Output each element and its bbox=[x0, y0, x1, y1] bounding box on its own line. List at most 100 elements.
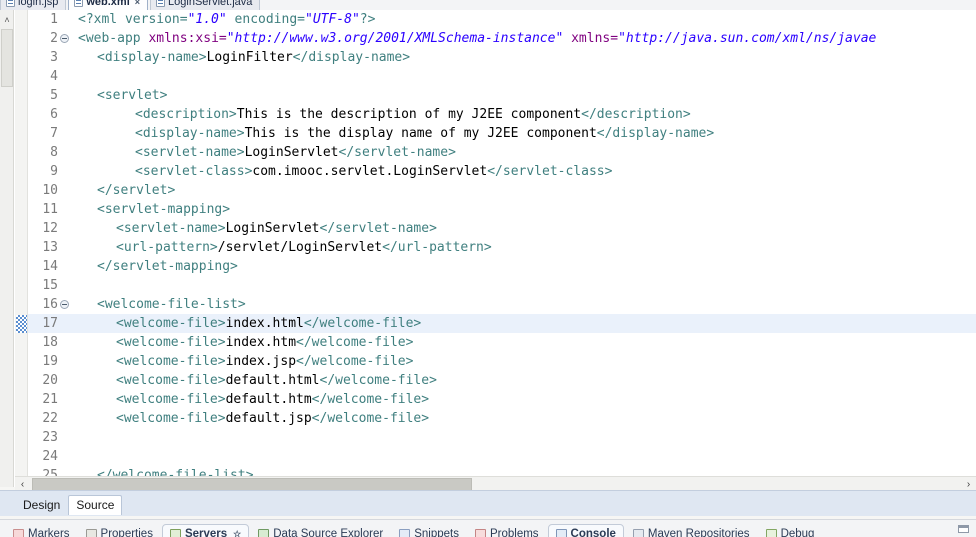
view-tab-servers[interactable]: Servers ☆ bbox=[161, 524, 250, 537]
line-number: 24 bbox=[42, 449, 58, 464]
quick-diff-marker-icon bbox=[16, 315, 27, 333]
line-number: 23 bbox=[42, 430, 58, 445]
code-token-tag: </welcome-file> bbox=[296, 335, 414, 350]
editor-tab-web-xml[interactable]: web.xml × bbox=[68, 0, 149, 10]
view-tab-data-source-explorer[interactable]: Data Source Explorer bbox=[251, 524, 390, 537]
code-token-tag: </url-pattern> bbox=[382, 240, 492, 255]
code-token-pi: encoding= bbox=[226, 12, 305, 27]
code-line[interactable]: 10 </servlet> bbox=[28, 181, 976, 200]
view-tab-console[interactable]: Console bbox=[547, 524, 624, 537]
outer-vertical-scrollbar[interactable]: ˄ bbox=[0, 10, 14, 487]
xml-editor[interactable]: ˄ 1 <?xml version="1.0" encoding="UTF-8"?… bbox=[0, 10, 976, 492]
line-number: 2 bbox=[50, 31, 58, 46]
data-source-explorer-icon bbox=[258, 528, 270, 537]
problems-icon bbox=[474, 528, 486, 537]
line-number: 1 bbox=[50, 12, 58, 27]
outer-scroll-thumb[interactable] bbox=[1, 29, 13, 87]
scroll-up-arrow-icon[interactable]: ˄ bbox=[0, 14, 14, 27]
code-line[interactable]: 18 <welcome-file>index.htm</welcome-file> bbox=[28, 333, 976, 352]
code-line-text: </servlet> bbox=[97, 181, 175, 200]
view-tab-debug[interactable]: Debug bbox=[759, 524, 822, 537]
code-line[interactable]: 14 </servlet-mapping> bbox=[28, 257, 976, 276]
editor-mode-tab-design[interactable]: Design bbox=[15, 495, 69, 515]
code-line[interactable]: 13 <url-pattern>/servlet/LoginServlet</ur… bbox=[28, 238, 976, 257]
code-token-attr: xmlns= bbox=[571, 31, 619, 46]
code-token-tag: <description> bbox=[135, 107, 237, 122]
collapse-fold-icon[interactable] bbox=[60, 34, 69, 43]
code-token-pi: ?> bbox=[359, 12, 376, 27]
code-token-tag: <servlet-class> bbox=[135, 164, 253, 179]
view-tab-problems[interactable]: Problems bbox=[468, 524, 546, 537]
editor-mode-tab-bar: Design Source bbox=[0, 490, 976, 516]
view-tab-snippets[interactable]: Snippets bbox=[392, 524, 466, 537]
minimize-view-icon[interactable] bbox=[958, 525, 969, 533]
code-line[interactable]: 19 <welcome-file>index.jsp</welcome-file> bbox=[28, 352, 976, 371]
code-line[interactable]: 3 <display-name>LoginFilter</display-name… bbox=[28, 48, 976, 67]
code-token-tag: <welcome-file> bbox=[116, 373, 226, 388]
code-line[interactable]: 20 <welcome-file>default.html</welcome-fi… bbox=[28, 371, 976, 390]
view-tab-markers[interactable]: Markers bbox=[6, 524, 77, 537]
snippets-icon bbox=[399, 528, 411, 537]
xml-file-icon bbox=[74, 0, 84, 7]
code-line[interactable]: 17 <welcome-file>index.html</welcome-file… bbox=[28, 314, 976, 333]
code-line[interactable]: 6 <description>This is the description of… bbox=[28, 105, 976, 124]
code-token-tag: <display-name> bbox=[135, 126, 245, 141]
code-token-txt: default.html bbox=[225, 373, 320, 388]
code-token-tag: <welcome-file> bbox=[116, 316, 226, 331]
line-number: 21 bbox=[42, 392, 58, 407]
code-line[interactable]: 5 <servlet> bbox=[28, 86, 976, 105]
view-tab-label: Console bbox=[570, 528, 616, 537]
code-line[interactable]: 12 <servlet-name>LoginServlet</servlet-na… bbox=[28, 219, 976, 238]
code-token-tag: <servlet-mapping> bbox=[97, 202, 231, 217]
code-line[interactable]: 24 bbox=[28, 447, 976, 466]
code-token-val: "http://www.w3.org/2001/XMLSchema-instan… bbox=[226, 31, 564, 46]
code-line[interactable]: 8 <servlet-name>LoginServlet</servlet-nam… bbox=[28, 143, 976, 162]
code-line[interactable]: 4 bbox=[28, 67, 976, 86]
code-line[interactable]: 21 <welcome-file>default.htm</welcome-fil… bbox=[28, 390, 976, 409]
code-token-tag: </display-name> bbox=[292, 50, 411, 65]
code-line[interactable]: 1 <?xml version="1.0" encoding="UTF-8"?> bbox=[28, 10, 976, 29]
editor-tab-loginservlet-java[interactable]: LoginServlet.java bbox=[150, 0, 261, 10]
annotation-ruler[interactable] bbox=[15, 10, 28, 476]
line-number: 13 bbox=[42, 240, 58, 255]
code-line[interactable]: 25 </welcome-file-list> bbox=[28, 466, 976, 476]
code-line[interactable]: 11 <servlet-mapping> bbox=[28, 200, 976, 219]
view-tab-properties[interactable]: Properties bbox=[79, 524, 160, 537]
code-token-tag: <servlet-name> bbox=[135, 145, 245, 160]
view-tab-maven-repositories[interactable]: Maven Repositories bbox=[626, 524, 757, 537]
code-area[interactable]: 1 <?xml version="1.0" encoding="UTF-8"?> 2… bbox=[28, 10, 976, 476]
code-line[interactable]: 16 <welcome-file-list> bbox=[28, 295, 976, 314]
code-token-tag: <welcome-file-list> bbox=[97, 297, 246, 312]
code-token-tag: <welcome-file> bbox=[116, 392, 226, 407]
view-tab-label: Markers bbox=[28, 528, 70, 537]
code-token-tag: </servlet-name> bbox=[319, 221, 437, 236]
line-number: 11 bbox=[42, 202, 58, 217]
pin-view-icon[interactable]: ☆ bbox=[233, 529, 241, 537]
line-number: 20 bbox=[42, 373, 58, 388]
editor-mode-tab-source[interactable]: Source bbox=[68, 495, 123, 515]
code-token-tag: </servlet-name> bbox=[338, 145, 456, 160]
line-number: 5 bbox=[50, 88, 58, 103]
code-line-text: <welcome-file>index.htm</welcome-file> bbox=[116, 333, 413, 352]
code-line[interactable]: 7 <display-name>This is the display name … bbox=[28, 124, 976, 143]
code-token-tag: </description> bbox=[581, 107, 691, 122]
console-icon bbox=[555, 528, 567, 537]
code-line[interactable]: 23 bbox=[28, 428, 976, 447]
editor-tab-login-jsp[interactable]: login.jsp bbox=[0, 0, 67, 10]
code-token-tag: </servlet> bbox=[97, 183, 176, 198]
code-token-txt: LoginServlet bbox=[225, 221, 320, 236]
code-token-txt: default.htm bbox=[225, 392, 312, 407]
code-line[interactable]: 15 bbox=[28, 276, 976, 295]
code-line-text: <welcome-file>index.html</welcome-file> bbox=[116, 314, 421, 333]
code-line[interactable]: 22 <welcome-file>default.jsp</welcome-fil… bbox=[28, 409, 976, 428]
line-number: 12 bbox=[42, 221, 58, 236]
line-number: 9 bbox=[50, 164, 58, 179]
view-tab-label: Maven Repositories bbox=[647, 528, 750, 537]
code-line[interactable]: 2 <web-app xmlns:xsi="http://www.w3.org/2… bbox=[28, 29, 976, 48]
code-token-pi: <?xml version= bbox=[78, 12, 188, 27]
code-line[interactable]: 9 <servlet-class>com.imooc.servlet.LoginS… bbox=[28, 162, 976, 181]
close-icon[interactable]: × bbox=[135, 0, 140, 7]
bottom-view-tab-strip: Markers Properties Servers ☆ Data Source Exp… bbox=[6, 523, 823, 537]
collapse-fold-icon[interactable] bbox=[60, 300, 69, 309]
